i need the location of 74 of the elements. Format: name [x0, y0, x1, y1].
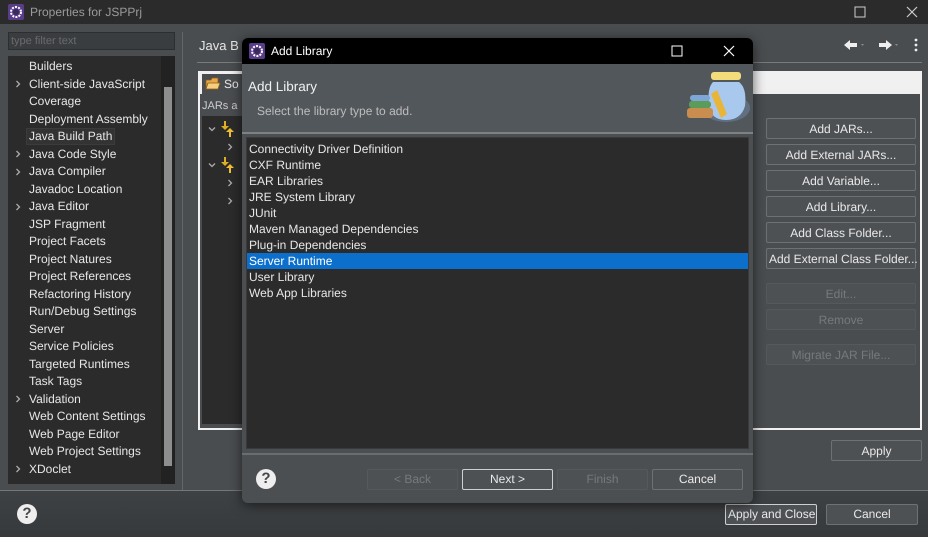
- up-down-arrows-icon: [220, 157, 236, 173]
- tree-item[interactable]: Project Natures: [27, 252, 114, 267]
- tree-item[interactable]: Builders: [27, 59, 74, 74]
- apply-button[interactable]: Apply: [831, 440, 922, 461]
- tree-item[interactable]: Java Compiler: [27, 164, 108, 180]
- list-item[interactable]: JRE System Library: [247, 189, 748, 205]
- tree-item[interactable]: XDoclet: [27, 462, 74, 477]
- tree-item[interactable]: Targeted Runtimes: [27, 356, 132, 372]
- expand-chevron-icon[interactable]: [226, 197, 234, 205]
- expand-chevron-icon[interactable]: [14, 150, 22, 158]
- side-button[interactable]: Add Library...: [766, 196, 916, 217]
- expand-chevron-icon[interactable]: [226, 179, 234, 187]
- tree-item[interactable]: Project References: [27, 269, 134, 284]
- expand-chevron-icon[interactable]: [14, 202, 22, 211]
- expand-chevron-icon[interactable]: [14, 465, 22, 474]
- tree-item[interactable]: Refactoring History: [27, 286, 134, 302]
- footer-button[interactable]: Apply and Close: [725, 504, 817, 524]
- section-label: JARs a: [202, 100, 238, 112]
- tree-item[interactable]: Client-side JavaScript: [27, 76, 148, 92]
- list-item[interactable]: JUnit: [247, 205, 748, 221]
- tree-item[interactable]: Web Project Settings: [27, 444, 143, 460]
- expand-chevron-icon[interactable]: [14, 168, 22, 176]
- tree-item[interactable]: Java Build Path: [27, 129, 114, 144]
- window-title: Properties for JSPPrj: [30, 5, 142, 19]
- scrollbar-thumb[interactable]: [164, 87, 172, 466]
- dialog-title: Add Library: [271, 44, 332, 58]
- dialog-button[interactable]: Cancel: [652, 468, 743, 490]
- list-item[interactable]: EAR Libraries: [247, 173, 748, 189]
- tree-item[interactable]: Run/Debug Settings: [27, 304, 138, 320]
- dialog-button[interactable]: Next >: [462, 468, 553, 490]
- list-item[interactable]: Connectivity Driver Definition: [247, 141, 748, 157]
- list-item[interactable]: Web App Libraries: [247, 285, 748, 301]
- gear-icon: [249, 43, 265, 59]
- tree-item[interactable]: Java Editor: [27, 199, 92, 214]
- tree-item[interactable]: Task Tags: [27, 374, 84, 390]
- list-item[interactable]: Server Runtime: [247, 253, 748, 269]
- tree-item[interactable]: JSP Fragment: [27, 216, 108, 232]
- tree-item[interactable]: Project Facets: [27, 234, 108, 250]
- tree-item[interactable]: Java Code Style: [27, 146, 118, 162]
- list-item[interactable]: Plug-in Dependencies: [247, 237, 748, 253]
- side-button[interactable]: Add External Class Folder...: [766, 248, 916, 269]
- side-button[interactable]: Add Variable...: [766, 170, 916, 191]
- dialog-description: Select the library type to add.: [257, 104, 414, 118]
- tab[interactable]: So: [202, 74, 242, 94]
- list-item[interactable]: CXF Runtime: [247, 157, 748, 173]
- tree-item[interactable]: Web Content Settings: [27, 409, 148, 424]
- tree-item[interactable]: Server: [27, 322, 66, 337]
- tree-item[interactable]: Coverage: [27, 94, 84, 110]
- list-item[interactable]: User Library: [247, 269, 748, 285]
- dialog-heading: Add Library: [248, 78, 318, 94]
- menu-icon[interactable]: [914, 38, 918, 52]
- gear-icon: [8, 4, 24, 20]
- list-item[interactable]: Maven Managed Dependencies: [247, 221, 748, 237]
- tree-item[interactable]: Deployment Assembly: [27, 112, 150, 127]
- expand-chevron-icon[interactable]: [14, 80, 22, 88]
- help-icon[interactable]: ?: [256, 469, 276, 489]
- tree-item[interactable]: Service Policies: [27, 339, 116, 354]
- collapse-chevron-icon[interactable]: [208, 125, 216, 133]
- expand-chevron-icon[interactable]: [14, 395, 22, 404]
- side-button[interactable]: Add JARs...: [766, 118, 916, 139]
- tree-item[interactable]: Validation: [27, 392, 83, 407]
- footer-button[interactable]: Cancel: [826, 504, 918, 524]
- tree-item[interactable]: Javadoc Location: [27, 182, 124, 197]
- side-button[interactable]: Add External JARs...: [766, 144, 916, 165]
- maximize-icon[interactable]: [854, 6, 866, 18]
- page-title: Java B: [199, 38, 239, 52]
- folder-icon: [205, 77, 221, 91]
- side-button[interactable]: Add Class Folder...: [766, 222, 916, 243]
- tree-item[interactable]: Web Page Editor: [27, 426, 122, 442]
- collapse-chevron-icon[interactable]: [208, 161, 216, 169]
- expand-chevron-icon[interactable]: [226, 143, 234, 151]
- up-down-arrows-icon: [220, 121, 236, 137]
- close-icon[interactable]: [906, 6, 918, 18]
- help-icon[interactable]: ?: [17, 504, 37, 524]
